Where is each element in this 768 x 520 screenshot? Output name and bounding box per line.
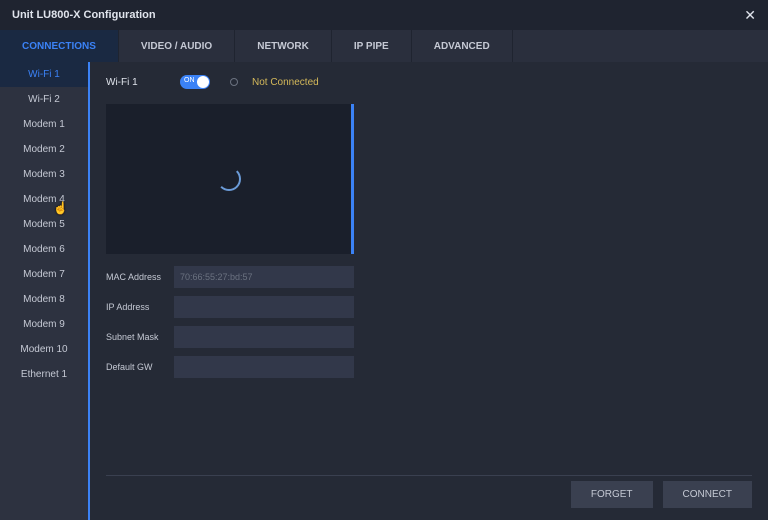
status-indicator-icon [230, 78, 238, 86]
connect-button[interactable]: CONNECT [663, 481, 752, 508]
sidebar-item-ethernet-1[interactable]: Ethernet 1 [0, 362, 88, 387]
main-tabs: CONNECTIONS VIDEO / AUDIO NETWORK IP PIP… [0, 30, 768, 62]
tab-connections[interactable]: CONNECTIONS [0, 30, 119, 62]
tab-network[interactable]: NETWORK [235, 30, 332, 62]
field-ip: IP Address [106, 296, 354, 318]
tab-advanced[interactable]: ADVANCED [412, 30, 513, 62]
field-mac: MAC Address [106, 266, 354, 288]
subnet-label: Subnet Mask [106, 332, 168, 342]
sidebar-item-modem-10[interactable]: Modem 10 [0, 337, 88, 362]
tab-ip-pipe[interactable]: IP PIPE [332, 30, 412, 62]
sidebar-item-modem-7[interactable]: Modem 7 [0, 262, 88, 287]
body: Wi-Fi 1 Wi-Fi 2 Modem 1 Modem 2 Modem 3 … [0, 62, 768, 520]
wifi-toggle[interactable] [180, 75, 210, 89]
mac-label: MAC Address [106, 272, 168, 282]
subnet-input[interactable] [174, 326, 354, 348]
sidebar-item-modem-3[interactable]: Modem 3 [0, 162, 88, 187]
sidebar-item-modem-5[interactable]: Modem 5 [0, 212, 88, 237]
gw-label: Default GW [106, 362, 168, 372]
sidebar-item-modem-9[interactable]: Modem 9 [0, 312, 88, 337]
connection-header: Wi-Fi 1 Not Connected [106, 70, 752, 94]
footer-actions: FORGET CONNECT [571, 471, 752, 508]
titlebar: Unit LU800-X Configuration ✕ [0, 0, 768, 30]
window-title: Unit LU800-X Configuration [12, 9, 156, 21]
forget-button[interactable]: FORGET [571, 481, 653, 508]
connection-name: Wi-Fi 1 [106, 77, 166, 88]
network-preview [106, 104, 354, 254]
loading-spinner-icon [217, 167, 241, 191]
sidebar-item-modem-1[interactable]: Modem 1 [0, 112, 88, 137]
config-window: Unit LU800-X Configuration ✕ CONNECTIONS… [0, 0, 768, 520]
mac-input[interactable] [174, 266, 354, 288]
sidebar-item-modem-4[interactable]: Modem 4 [0, 187, 88, 212]
gw-input[interactable] [174, 356, 354, 378]
network-fields: MAC Address IP Address Subnet Mask Defau… [106, 266, 354, 378]
ip-label: IP Address [106, 302, 168, 312]
field-subnet: Subnet Mask [106, 326, 354, 348]
sidebar-item-modem-8[interactable]: Modem 8 [0, 287, 88, 312]
sidebar-item-modem-2[interactable]: Modem 2 [0, 137, 88, 162]
sidebar-item-wifi-1[interactable]: Wi-Fi 1 [0, 62, 88, 87]
close-icon[interactable]: ✕ [744, 7, 756, 24]
ip-input[interactable] [174, 296, 354, 318]
tab-video-audio[interactable]: VIDEO / AUDIO [119, 30, 235, 62]
field-gw: Default GW [106, 356, 354, 378]
sidebar-item-wifi-2[interactable]: Wi-Fi 2 [0, 87, 88, 112]
connection-status: Not Connected [252, 77, 319, 88]
sidebar-item-modem-6[interactable]: Modem 6 [0, 237, 88, 262]
connection-sidebar: Wi-Fi 1 Wi-Fi 2 Modem 1 Modem 2 Modem 3 … [0, 62, 90, 520]
content-panel: Wi-Fi 1 Not Connected MAC Address IP Add… [90, 62, 768, 520]
